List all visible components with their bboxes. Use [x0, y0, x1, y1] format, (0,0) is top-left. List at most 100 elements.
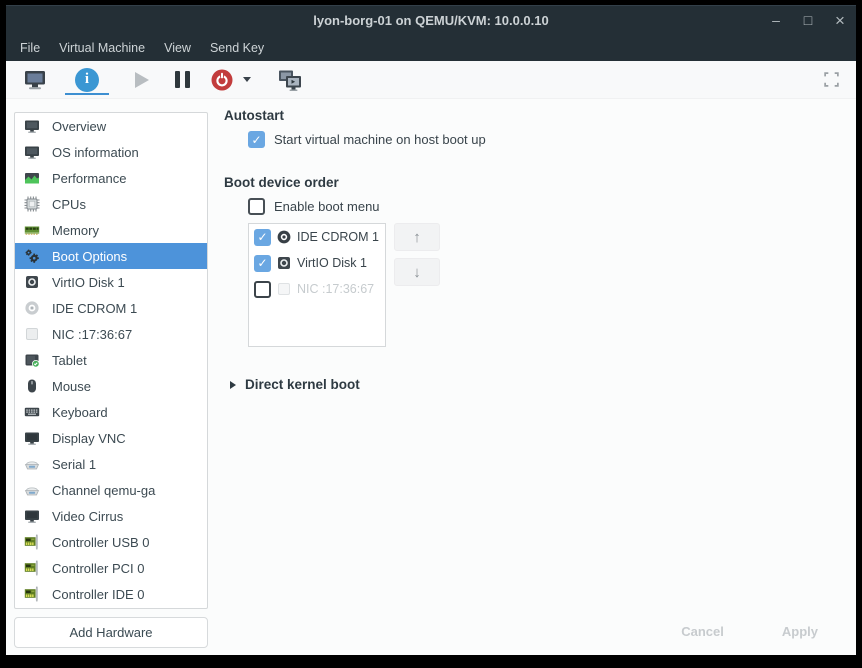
autostart-checkbox[interactable]: ✓ — [248, 131, 265, 148]
cancel-button[interactable]: Cancel — [663, 618, 742, 645]
boot-device-checkbox[interactable]: ✓ — [254, 229, 271, 246]
boot-device-virtio-disk-1[interactable]: ✓ VirtIO Disk 1 — [249, 250, 385, 276]
boot-device-label: VirtIO Disk 1 — [297, 256, 367, 270]
pause-icon[interactable] — [175, 71, 190, 88]
menu-file[interactable]: File — [20, 41, 40, 55]
boot-device-label: NIC :17:36:67 — [297, 282, 374, 296]
console-monitor-icon[interactable] — [23, 68, 47, 92]
sidebar-item-label: Controller IDE 0 — [52, 587, 144, 602]
maximize-button[interactable]: □ — [800, 13, 816, 27]
direct-kernel-boot-expander[interactable]: Direct kernel boot — [230, 377, 856, 392]
boot-device-checkbox[interactable] — [254, 281, 271, 298]
boot-device-ide-cdrom-1[interactable]: ✓ IDE CDROM 1 — [249, 224, 385, 250]
sidebar-item-channel-qemu-ga[interactable]: Channel qemu-ga — [15, 477, 207, 503]
shutdown-menu-caret-icon[interactable] — [243, 77, 251, 82]
sidebar-item-keyboard[interactable]: Keyboard — [15, 399, 207, 425]
shutdown-icon[interactable] — [210, 68, 234, 92]
move-buttons: ↑ ↓ — [394, 223, 440, 286]
add-hardware-button[interactable]: Add Hardware — [14, 617, 208, 648]
sidebar-item-label: Tablet — [52, 353, 87, 368]
sidebar-item-label: OS information — [52, 145, 139, 160]
sidebar-item-label: IDE CDROM 1 — [52, 301, 137, 316]
sidebar-item-label: NIC :17:36:67 — [52, 327, 132, 342]
monitor-icon — [24, 430, 40, 446]
sidebar-item-label: Overview — [52, 119, 106, 134]
details-info-tab[interactable]: i — [65, 61, 109, 98]
cdrom-icon — [24, 300, 40, 316]
pci-card-icon — [24, 586, 40, 602]
vm-windows-icon[interactable] — [277, 68, 303, 92]
sidebar-item-os-information[interactable]: OS information — [15, 139, 207, 165]
sidebar-item-tablet[interactable]: Tablet — [15, 347, 207, 373]
boot-device-area: ✓ IDE CDROM 1 ✓ VirtIO Disk 1 NIC :17:36… — [248, 223, 856, 347]
check-icon: ✓ — [257, 231, 267, 243]
sidebar-item-overview[interactable]: Overview — [15, 113, 207, 139]
sidebar-item-cpus[interactable]: CPUs — [15, 191, 207, 217]
cdrom-icon — [276, 229, 292, 245]
sidebar-item-virtio-disk-1[interactable]: VirtIO Disk 1 — [15, 269, 207, 295]
sidebar-item-label: Video Cirrus — [52, 509, 123, 524]
network-icon — [276, 281, 292, 297]
footer-actions: Cancel Apply — [663, 618, 836, 645]
sidebar-item-memory[interactable]: Memory — [15, 217, 207, 243]
arrow-up-icon: ↑ — [413, 229, 421, 246]
sidebar-item-controller-usb-0[interactable]: Controller USB 0 — [15, 529, 207, 555]
add-hardware-label: Add Hardware — [69, 625, 152, 640]
hardware-sidebar: Overview OS information Performance CPUs — [6, 99, 216, 655]
menubar: File Virtual Machine View Send Key — [6, 34, 856, 61]
monitor-icon — [24, 144, 40, 160]
sidebar-item-mouse[interactable]: Mouse — [15, 373, 207, 399]
sidebar-item-partial[interactable] — [15, 607, 207, 609]
direct-kernel-boot-label: Direct kernel boot — [245, 377, 360, 392]
sidebar-item-label: Controller USB 0 — [52, 535, 150, 550]
boot-device-list: ✓ IDE CDROM 1 ✓ VirtIO Disk 1 NIC :17:36… — [248, 223, 386, 347]
apply-button[interactable]: Apply — [764, 618, 836, 645]
sidebar-item-video-cirrus[interactable]: Video Cirrus — [15, 503, 207, 529]
pci-card-icon — [24, 560, 40, 576]
sidebar-item-controller-ide-0[interactable]: Controller IDE 0 — [15, 581, 207, 607]
boot-device-nic[interactable]: NIC :17:36:67 — [249, 276, 385, 302]
sidebar-item-nic[interactable]: NIC :17:36:67 — [15, 321, 207, 347]
memory-stick-icon — [24, 222, 40, 238]
disk-icon — [24, 274, 40, 290]
sidebar-item-label: Boot Options — [52, 249, 127, 264]
window-title: lyon-borg-01 on QEMU/KVM: 10.0.0.10 — [313, 13, 549, 28]
enable-boot-menu-checkbox[interactable] — [248, 198, 265, 215]
boot-menu-row: Enable boot menu — [248, 198, 856, 215]
autostart-heading: Autostart — [224, 108, 856, 123]
serial-port-icon — [24, 482, 40, 498]
close-button[interactable]: × — [832, 12, 848, 29]
fullscreen-icon[interactable] — [823, 71, 840, 88]
expander-triangle-icon — [230, 381, 236, 389]
sidebar-item-label: Memory — [52, 223, 99, 238]
tablet-icon — [24, 352, 40, 368]
sidebar-item-controller-pci-0[interactable]: Controller PCI 0 — [15, 555, 207, 581]
titlebar[interactable]: lyon-borg-01 on QEMU/KVM: 10.0.0.10 – □ … — [6, 5, 856, 34]
monitor-icon — [24, 118, 40, 134]
enable-boot-menu-label: Enable boot menu — [274, 199, 380, 214]
info-icon: i — [75, 68, 99, 92]
boot-device-checkbox[interactable]: ✓ — [254, 255, 271, 272]
sidebar-item-performance[interactable]: Performance — [15, 165, 207, 191]
content-area: Overview OS information Performance CPUs — [6, 99, 856, 655]
menu-send-key[interactable]: Send Key — [210, 41, 264, 55]
gears-icon — [24, 248, 40, 264]
check-icon: ✓ — [257, 257, 267, 269]
sidebar-item-serial-1[interactable]: Serial 1 — [15, 451, 207, 477]
disk-icon — [276, 255, 292, 271]
minimize-button[interactable]: – — [768, 13, 784, 27]
run-icon[interactable] — [135, 72, 149, 88]
sidebar-item-ide-cdrom-1[interactable]: IDE CDROM 1 — [15, 295, 207, 321]
sidebar-item-label: Controller PCI 0 — [52, 561, 144, 576]
sidebar-item-boot-options[interactable]: Boot Options — [15, 243, 207, 269]
menu-view[interactable]: View — [164, 41, 191, 55]
autostart-label: Start virtual machine on host boot up — [274, 132, 486, 147]
move-up-button[interactable]: ↑ — [394, 223, 440, 251]
sidebar-item-display-vnc[interactable]: Display VNC — [15, 425, 207, 451]
move-down-button[interactable]: ↓ — [394, 258, 440, 286]
menu-virtual-machine[interactable]: Virtual Machine — [59, 41, 145, 55]
performance-graph-icon — [24, 170, 40, 186]
boot-options-panel: Autostart ✓ Start virtual machine on hos… — [216, 99, 856, 655]
network-icon — [24, 326, 40, 342]
sidebar-item-label: Keyboard — [52, 405, 108, 420]
